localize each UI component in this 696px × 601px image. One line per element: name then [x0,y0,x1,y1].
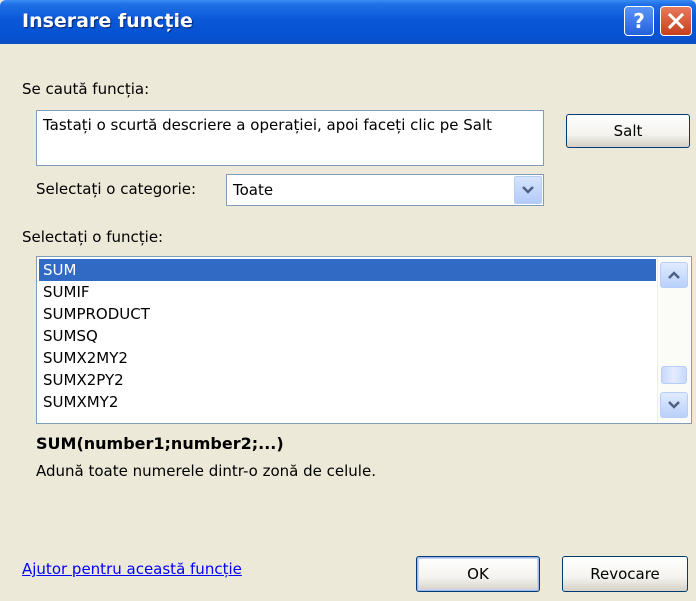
chevron-down-icon [668,396,680,414]
category-selected-value: Toate [233,181,274,199]
category-select[interactable]: Toate [226,174,544,206]
function-listbox[interactable]: SUM SUMIF SUMPRODUCT SUMSQ SUMX2MY2 SUMX2PY2 S… [36,256,692,424]
function-signature: SUM(number1;number2;...) [36,434,284,453]
chevron-down-icon [522,181,534,199]
title-bar[interactable]: Inserare funcție ? [0,0,696,44]
help-link[interactable]: Ajutor pentru această funcție [22,560,242,578]
close-icon [667,12,685,30]
category-label: Selectați o categorie: [36,180,197,198]
help-button[interactable]: ? [624,6,654,36]
category-dropdown-button[interactable] [514,176,542,204]
close-button[interactable] [660,6,692,36]
function-list-item[interactable]: SUMX2MY2 [39,347,656,369]
function-list-item[interactable]: SUMPRODUCT [39,303,656,325]
search-input[interactable]: Tastați o scurtă descriere a operației, … [36,110,544,166]
window-title: Inserare funcție [22,10,193,32]
cancel-button[interactable]: Revocare [562,556,688,592]
scrollbar-thumb[interactable] [661,366,687,384]
function-list-item[interactable]: SUMX2PY2 [39,369,656,391]
vertical-scrollbar[interactable] [657,258,690,422]
function-list-label: Selectați o funcție: [22,228,164,246]
function-list: SUM SUMIF SUMPRODUCT SUMSQ SUMX2MY2 SUMX2PY2 S… [39,259,656,413]
chevron-up-icon [668,266,680,284]
go-button[interactable]: Salt [566,114,690,148]
ok-button[interactable]: OK [416,556,540,592]
function-list-item[interactable]: SUMSQ [39,325,656,347]
function-description: Adună toate numerele dintr-o zonă de cel… [36,462,376,480]
search-label: Se caută funcția: [22,80,150,98]
function-list-item[interactable]: SUMXMY2 [39,391,656,413]
question-icon: ? [630,10,648,32]
scroll-down-button[interactable] [660,392,688,418]
function-list-item[interactable]: SUMIF [39,281,656,303]
svg-text:?: ? [633,10,645,32]
insert-function-dialog: Inserare funcție ? Se caută funcția: Tas… [0,0,696,601]
function-list-item[interactable]: SUM [39,259,656,281]
scroll-up-button[interactable] [660,262,688,288]
